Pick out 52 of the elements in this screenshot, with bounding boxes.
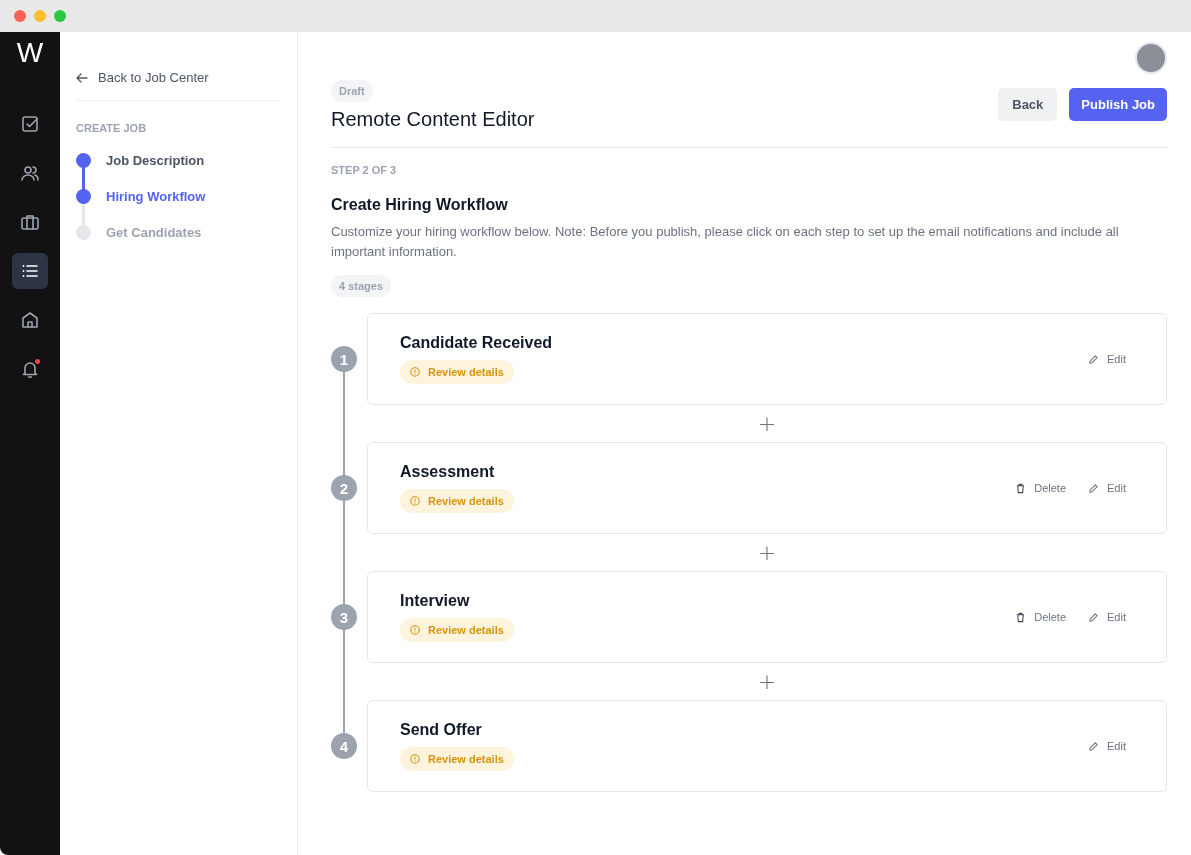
add-stage-button[interactable]: +: [757, 412, 777, 435]
step-item[interactable]: Hiring Workflow: [106, 188, 206, 204]
arrow-left-icon: [76, 71, 88, 84]
stage-title: Candidate Received: [400, 334, 553, 352]
section-description: Customize your hiring workflow below. Note: Before you publish, please click on each step to set up the email notifications and include all important information.: [331, 223, 1120, 261]
info-icon: [410, 367, 420, 377]
stage-number: 3: [331, 604, 357, 630]
info-icon: [410, 496, 420, 506]
stage-title: Interview: [400, 592, 471, 610]
edit-button[interactable]: Edit: [1088, 482, 1126, 494]
stage-card[interactable]: Send Offer Review details Edit: [367, 700, 1167, 792]
stage-card[interactable]: Interview Review details Delete Edit: [367, 571, 1167, 663]
step-label: STEP 2 OF 3: [331, 164, 398, 176]
step-item[interactable]: Job Description: [106, 152, 205, 168]
add-stage-button[interactable]: +: [757, 670, 777, 693]
pencil-icon: [1088, 740, 1100, 752]
stage-count-badge: 4 stages: [331, 275, 392, 297]
delete-button[interactable]: Delete: [1015, 482, 1067, 494]
edit-button[interactable]: Edit: [1088, 740, 1126, 752]
stage-title: Send Offer: [400, 721, 483, 739]
edit-button[interactable]: Edit: [1088, 611, 1126, 623]
info-icon: [410, 625, 420, 635]
users-icon: [20, 163, 40, 183]
trash-icon: [1015, 611, 1027, 623]
pencil-icon: [1088, 611, 1100, 623]
pencil-icon: [1088, 353, 1100, 365]
info-icon: [410, 754, 420, 764]
back-link[interactable]: Back to Job Center: [76, 70, 281, 101]
nav-button[interactable]: [12, 253, 48, 289]
back-button[interactable]: Back: [998, 88, 1058, 121]
section-title: Create Hiring Workflow: [331, 196, 509, 214]
briefcase-icon: [20, 212, 40, 232]
avatar[interactable]: [1135, 42, 1167, 74]
stage-number: 2: [331, 475, 357, 501]
app-logo: W: [16, 36, 44, 70]
home-icon: [20, 310, 40, 330]
trash-icon: [1015, 482, 1027, 494]
checkbox-icon: [20, 114, 40, 134]
stage-card[interactable]: Candidate Received Review details Edit: [367, 313, 1167, 405]
stage-number: 4: [331, 733, 357, 759]
stage-title: Assessment: [400, 463, 496, 481]
stage-card[interactable]: Assessment Review details Delete Edit: [367, 442, 1167, 534]
publish-button[interactable]: Publish Job: [1069, 88, 1167, 121]
delete-button[interactable]: Delete: [1015, 611, 1067, 623]
bell-icon: [20, 359, 40, 379]
edit-button[interactable]: Edit: [1088, 353, 1126, 365]
stage-number: 1: [331, 346, 357, 372]
section-heading: CREATE JOB: [76, 122, 148, 134]
status-badge: Draft: [331, 80, 373, 102]
pencil-icon: [1088, 482, 1100, 494]
add-stage-button[interactable]: +: [757, 541, 777, 564]
job-title: Remote Content Editor: [331, 108, 535, 131]
